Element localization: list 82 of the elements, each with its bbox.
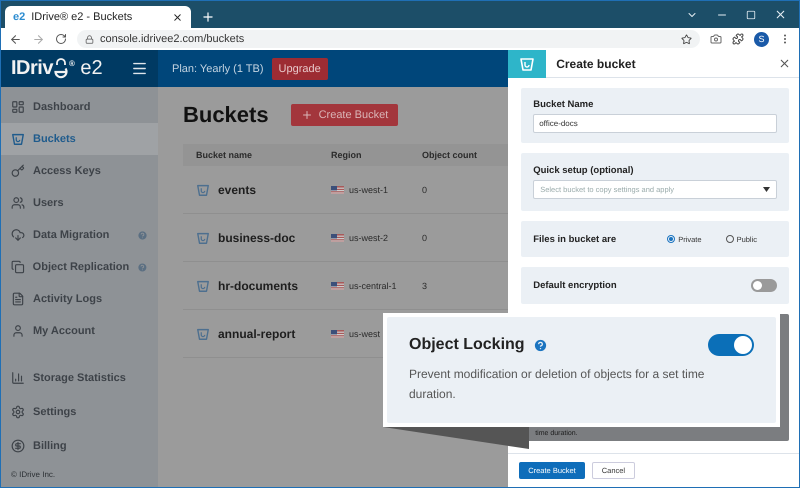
dashboard-icon: [11, 100, 25, 114]
close-tab-icon[interactable]: [172, 12, 183, 22]
cloud-icon: [11, 228, 25, 242]
copy-icon: [11, 260, 25, 274]
bucket-icon: [196, 230, 210, 244]
plan-label: Plan: Yearly (1 TB): [172, 62, 264, 74]
object-count-cell-text: 3: [422, 280, 428, 290]
logo-suffix: e2: [80, 57, 103, 80]
encryption-toggle[interactable]: [751, 279, 777, 292]
sidebar-item[interactable]: Object Replication: [1, 251, 158, 283]
sidebar-item[interactable]: Activity Logs: [1, 283, 158, 315]
bookmark-icon[interactable]: [681, 34, 692, 44]
bucket-name[interactable]: annual-report: [218, 326, 296, 340]
object-locking-toggle[interactable]: [708, 334, 754, 356]
us-flag-icon: [331, 234, 344, 242]
column-header: Bucket name: [196, 150, 254, 160]
sidebar-item[interactable]: Buckets: [1, 123, 158, 155]
extensions-icon[interactable]: [732, 33, 744, 45]
lock-e-icon: [52, 58, 69, 80]
sidebar-item[interactable]: Users: [1, 187, 158, 219]
bucket-name[interactable]: hr-documents: [218, 278, 298, 292]
user-icon: [11, 324, 25, 338]
maximize-icon[interactable]: [746, 10, 756, 20]
users-icon: [11, 196, 25, 210]
us-flag-icon: [331, 282, 344, 290]
dropdown-caret-icon: [763, 187, 770, 192]
tab-favicon: e2: [13, 11, 26, 23]
upgrade-button[interactable]: Upgrade: [272, 58, 328, 80]
bucket-icon: [519, 56, 536, 72]
field-label: Quick setup (optional): [533, 165, 634, 176]
object-count-cell-text: 0: [422, 232, 428, 242]
sidebar-item[interactable]: Storage Statistics: [1, 361, 158, 395]
close-icon[interactable]: [778, 57, 791, 70]
bucket-name[interactable]: events: [218, 182, 256, 196]
us-flag-icon: [331, 330, 344, 338]
page-title: Buckets: [183, 102, 269, 128]
sidebar-item[interactable]: My Account: [1, 315, 158, 347]
field-label: Files in bucket are: [533, 234, 618, 244]
dollar-icon: [11, 439, 25, 453]
plus-icon: [300, 109, 313, 121]
bucket-icon: [196, 326, 210, 340]
settings-icon: [11, 405, 25, 419]
reload-icon[interactable]: [55, 33, 67, 45]
sidebar-item[interactable]: Settings: [1, 395, 158, 429]
column-header: Region: [331, 150, 362, 160]
sidebar-item[interactable]: Billing: [1, 429, 158, 463]
tab-title: IDrive® e2 - Buckets: [31, 11, 134, 23]
bucket-icon: [196, 278, 210, 292]
create-bucket-button[interactable]: Create Bucket: [290, 104, 398, 126]
object-count-cell-text: 0: [422, 184, 428, 194]
bucket-name-field[interactable]: office-docs: [533, 114, 777, 132]
bucket-icon: [11, 132, 25, 146]
profile-avatar[interactable]: S: [754, 32, 769, 46]
bar-chart-icon: [11, 371, 25, 385]
region-cell: us-west-1: [349, 184, 388, 194]
column-header: Object count: [422, 150, 478, 160]
address-bar[interactable]: console.idrivee2.com/buckets: [77, 30, 700, 48]
bucket-icon: [196, 182, 210, 196]
document-icon: [11, 292, 25, 306]
close-icon[interactable]: [774, 8, 787, 21]
region-cell: us-west: [349, 328, 380, 338]
logo: IDriv ®: [11, 57, 74, 80]
callout-title: Object Locking: [409, 336, 525, 354]
menu-icon[interactable]: [131, 60, 148, 77]
sidebar-item[interactable]: Access Keys: [1, 155, 158, 187]
region-cell: us-central-1: [349, 280, 397, 290]
sidebar-item[interactable]: Dashboard: [1, 91, 158, 123]
region-cell: us-west-2: [349, 232, 388, 242]
us-flag-icon: [331, 186, 344, 194]
new-tab-icon[interactable]: [201, 10, 215, 24]
browser-tab[interactable]: e2 IDrive® e2 - Buckets: [5, 6, 191, 28]
callout-description: Prevent modification or deletion of objects for a set time duration.: [409, 366, 706, 403]
lock-icon: [85, 34, 94, 44]
panel-title: Create bucket: [555, 56, 637, 70]
camera-icon[interactable]: [710, 33, 722, 45]
field-label: Default encryption: [533, 280, 617, 291]
bucket-name[interactable]: business-doc: [218, 230, 296, 244]
sidebar-item[interactable]: Data Migration: [1, 219, 158, 251]
back-icon[interactable]: [9, 32, 22, 46]
field-label: Bucket Name: [533, 98, 594, 110]
copyright: © IDrive Inc.: [10, 470, 56, 481]
key-icon: [11, 164, 25, 178]
